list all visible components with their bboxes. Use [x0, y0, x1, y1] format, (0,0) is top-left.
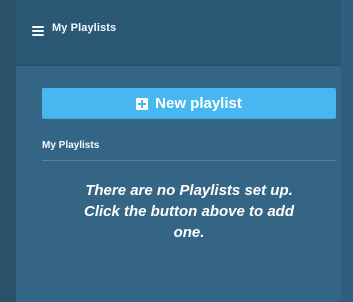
empty-playlists-message: There are no Playlists set up. Click the…	[83, 182, 294, 241]
section-divider	[42, 160, 336, 161]
left-panel-edge	[0, 0, 16, 302]
plus-square-icon	[136, 97, 149, 110]
right-panel-edge	[341, 0, 353, 302]
new-playlist-button[interactable]: New playlist	[42, 88, 336, 119]
my-playlists-section-title: My Playlists	[42, 140, 100, 151]
list-icon	[32, 26, 44, 37]
header-title: My Playlists	[52, 22, 117, 34]
playlists-header: My Playlists	[16, 0, 341, 66]
new-playlist-label: New playlist	[155, 95, 242, 112]
